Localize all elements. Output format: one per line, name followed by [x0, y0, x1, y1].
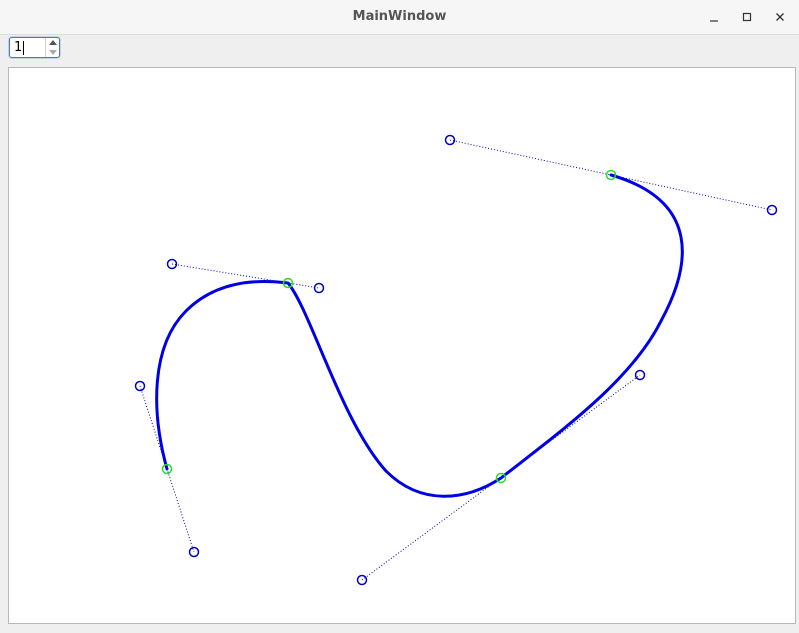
- control-points: [134, 134, 778, 586]
- minimize-button[interactable]: [703, 7, 725, 27]
- spin-down-button[interactable]: [46, 48, 59, 57]
- spin-up-button[interactable]: [46, 38, 59, 47]
- value-spinbox[interactable]: 1: [9, 37, 60, 58]
- close-button[interactable]: [769, 7, 791, 27]
- spinbox-value[interactable]: 1: [14, 38, 22, 57]
- handle-line: [171, 263, 320, 289]
- drawing-canvas[interactable]: [8, 67, 796, 624]
- bezier-curve: [155, 173, 684, 498]
- bezier-canvas-svg[interactable]: [9, 68, 795, 623]
- toolbar: 1: [0, 35, 799, 66]
- handle-lines: [139, 139, 773, 581]
- title-bar: MainWindow: [0, 0, 799, 35]
- maximize-icon: [742, 12, 752, 22]
- anchor-points: [161, 169, 617, 484]
- minimize-icon: [710, 20, 718, 22]
- close-icon: [776, 13, 784, 21]
- triangle-down-icon: [48, 50, 57, 55]
- text-caret: [23, 41, 24, 55]
- triangle-up-icon: [48, 40, 57, 45]
- spinbox-arrows: [45, 38, 59, 57]
- maximize-button[interactable]: [736, 7, 758, 27]
- window-title: MainWindow: [352, 9, 447, 24]
